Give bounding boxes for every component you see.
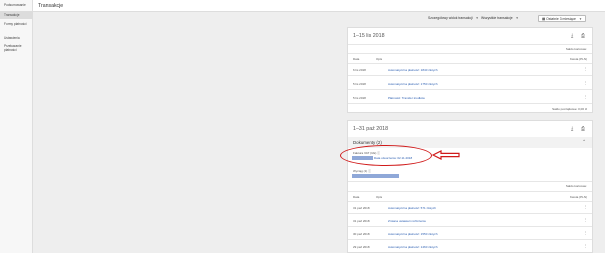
download-icon[interactable]: ⤓ [571, 126, 573, 132]
row-date: 5 lis 2018 [353, 96, 366, 100]
transaction-view-select[interactable]: Szczegółowy widok transakcji ▼ [428, 15, 479, 22]
divider [348, 103, 592, 104]
date-range-value: Ostatnie 3 miesiące [546, 17, 576, 21]
column-amount: Kwota (PLN) [569, 57, 587, 61]
closing-balance-label: Saldo końcowe: [565, 184, 587, 188]
period-title: 1–15 lis 2018 [353, 33, 385, 39]
sidebar-item-payment-methods[interactable]: Formy płatności [0, 22, 33, 26]
dropdown-caret-icon: ▼ [475, 16, 479, 20]
sidebar-item-transactions[interactable]: Transakcje [0, 11, 33, 19]
closing-balance-label: Saldo końcowe: [565, 47, 587, 51]
row-date: 31 paź 2018 [353, 206, 370, 210]
download-icon[interactable]: ⤓ [571, 33, 573, 39]
divider [348, 213, 592, 214]
divider [348, 63, 592, 64]
print-icon[interactable]: ⎙ [581, 33, 585, 39]
row-description-link[interactable]: Automatyczna płatność: 1750 złotych [388, 82, 438, 86]
more-options-icon[interactable]: ⋮ [584, 231, 587, 235]
more-options-icon[interactable]: ⋮ [584, 244, 587, 248]
row-description-link[interactable]: Automatyczna płatność: 571 złotych [388, 206, 436, 210]
column-amount: Kwota (PLN) [569, 195, 587, 199]
statement-label: Wyciąg (1) ⓘ [353, 169, 372, 173]
column-description: Opis [376, 57, 383, 61]
divider [348, 191, 592, 192]
row-description-link[interactable]: Płatności: Transfer środków [388, 96, 425, 100]
sidebar: Podsumowanie Transakcje Formy płatności … [0, 0, 33, 253]
print-icon[interactable]: ⎙ [581, 126, 585, 132]
divider [348, 44, 592, 45]
row-description-link[interactable]: Automatyczna płatność: 1550 złotych [388, 232, 438, 236]
divider [348, 201, 592, 202]
dropdown-caret-icon: ▼ [578, 17, 582, 21]
period-card-november: 1–15 lis 2018 ⤓ ⎙ Saldo końcowe: Data Op… [347, 27, 593, 113]
column-date: Data [353, 195, 360, 199]
transaction-scope-value: Wszystkie transakcje [481, 16, 513, 20]
divider [348, 239, 592, 240]
more-options-icon[interactable]: ⋮ [584, 218, 587, 222]
page-title: Transakcje [38, 3, 64, 9]
date-range-button[interactable]: ▦ Ostatnie 3 miesiące ▼ [538, 15, 586, 22]
sidebar-item-payment-transfer[interactable]: Przekazanie płatności [0, 44, 33, 52]
dropdown-caret-icon: ▼ [515, 16, 519, 20]
sidebar-item-summary[interactable]: Podsumowanie [0, 3, 33, 7]
period-card-october: 1–31 paź 2018 ⤓ ⎙ Dokumenty (2) ⌃ Faktur… [347, 120, 593, 253]
row-date: 6 lis 2018 [353, 68, 366, 72]
row-date: 30 paź 2018 [353, 232, 370, 236]
more-options-icon[interactable]: ⋮ [584, 67, 587, 71]
row-description-link[interactable]: Automatyczna płatność: 1460 złotych [388, 245, 438, 249]
divider [348, 89, 592, 90]
opening-balance: Saldo początkowe: 0,00 zł [552, 107, 587, 111]
divider [348, 181, 592, 182]
statement-link-highlight[interactable] [352, 174, 399, 178]
row-date: 29 paź 2018 [353, 245, 370, 249]
collapse-icon[interactable]: ⌃ [582, 139, 586, 145]
row-description-link[interactable]: Zmiana ustawień rozliczenia [388, 219, 426, 223]
period-title: 1–31 paź 2018 [353, 126, 389, 132]
divider [348, 53, 592, 54]
row-description-link[interactable]: Automatyczna płatność: 1840 złotych [388, 68, 438, 72]
sidebar-item-settings[interactable]: Ustawienia [0, 36, 33, 40]
annotation-arrow-icon [432, 150, 460, 160]
divider [348, 75, 592, 76]
top-bar: Transakcje [33, 0, 605, 12]
row-date: 5 lis 2018 [353, 82, 366, 86]
annotation-ellipse [340, 145, 432, 166]
column-description: Opis [376, 195, 383, 199]
transaction-view-value: Szczegółowy widok transakcji [428, 16, 473, 20]
row-date: 31 paź 2018 [353, 219, 370, 223]
transaction-scope-select[interactable]: Wszystkie transakcje ▼ [481, 15, 519, 22]
column-date: Data [353, 57, 360, 61]
more-options-icon[interactable]: ⋮ [584, 81, 587, 85]
more-options-icon[interactable]: ⋮ [584, 95, 587, 99]
divider [348, 226, 592, 227]
more-options-icon[interactable]: ⋮ [584, 205, 587, 209]
